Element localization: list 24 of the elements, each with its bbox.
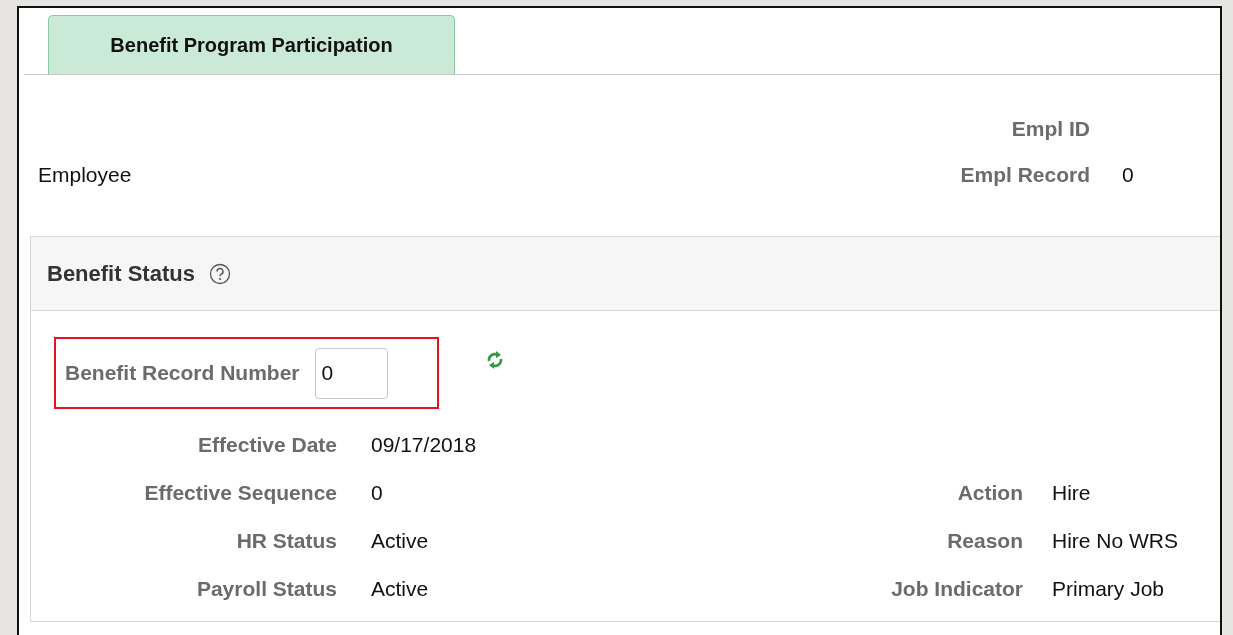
input-field[interactable]: 0 xyxy=(314,347,388,399)
refresh-icon[interactable] xyxy=(485,350,505,370)
field-value: 09/17/2018 xyxy=(371,433,478,457)
field-value: 0 xyxy=(1121,163,1135,187)
field-label: HR Status xyxy=(235,529,337,553)
field-label: Benefit Record Number xyxy=(65,361,300,385)
field-label: Effective Date xyxy=(197,433,337,457)
field-label: Effective Sequence xyxy=(143,481,337,505)
field-value: Hire xyxy=(1052,481,1092,505)
field-label: Payroll Status xyxy=(195,577,337,601)
section-title: Benefit Status xyxy=(47,260,195,287)
field-label: Action xyxy=(956,481,1023,505)
help-icon[interactable] xyxy=(208,262,231,285)
employee-label: Employee xyxy=(38,163,133,187)
field-value: Active xyxy=(371,577,430,601)
field-value: Primary Job xyxy=(1052,577,1166,601)
field-value: Hire No WRS xyxy=(1052,529,1179,553)
field-label: Job Indicator xyxy=(890,577,1023,601)
field-label: Reason xyxy=(946,529,1023,553)
field-value: Active xyxy=(371,529,430,553)
field-value: 0 xyxy=(371,481,384,505)
field-label: Empl Record xyxy=(960,163,1090,187)
tab[interactable]: Benefit Program Participation xyxy=(48,15,455,74)
field-label: Empl ID xyxy=(1010,117,1090,141)
